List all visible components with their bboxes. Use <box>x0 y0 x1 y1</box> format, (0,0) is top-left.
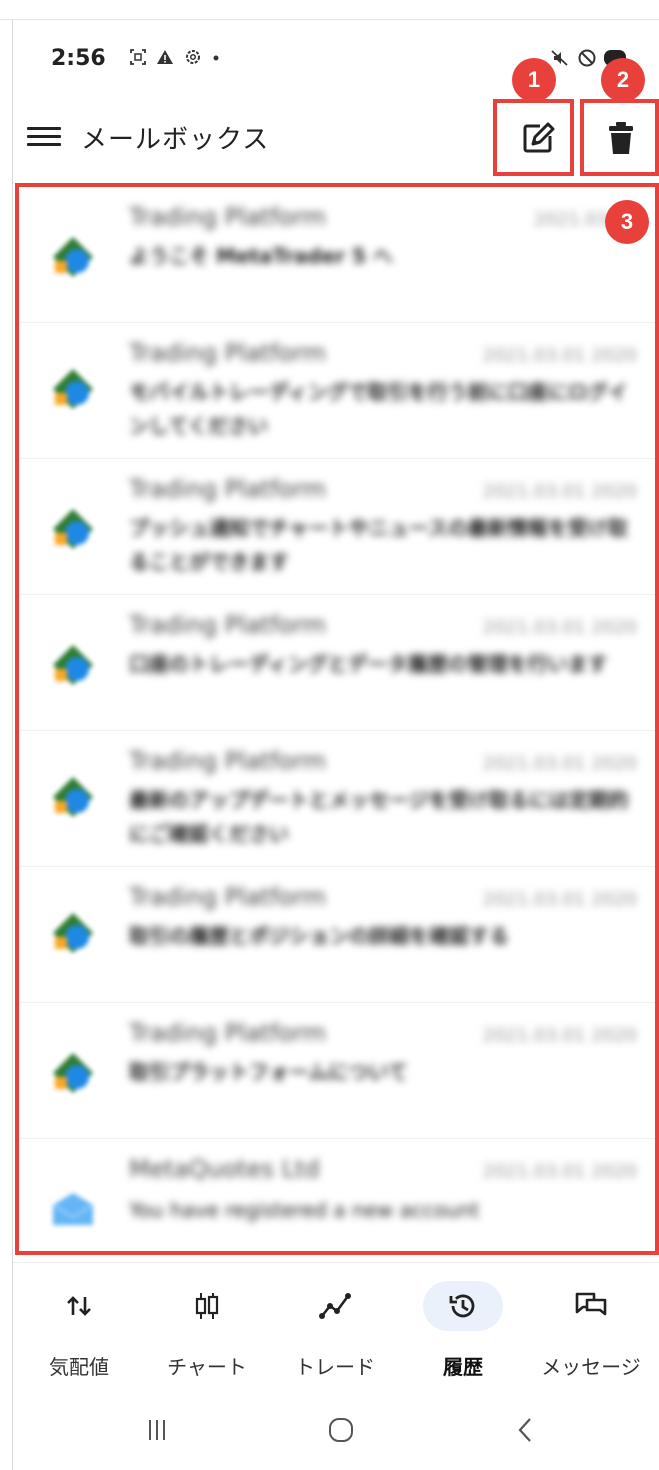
do-not-disturb-icon <box>578 49 596 67</box>
annotation-badge-1: 1 <box>512 58 556 102</box>
mail-date: 2021.03.01 2020 <box>482 753 637 774</box>
mail-subject: 取引の履歴とポジションの詳細を確認する <box>129 924 509 948</box>
mail-sender: Trading Platform <box>129 203 326 231</box>
status-time: 2:56 <box>51 46 106 71</box>
mail-sender: Trading Platform <box>129 1019 326 1047</box>
recent-apps-icon <box>149 1420 165 1440</box>
mail-subject: 最新のアップデートとメッセージを受け取るには定期的にご確認ください <box>129 788 629 846</box>
mail-subject: 取引プラットフォームについて <box>129 1060 408 1084</box>
mail-date: 2021.03.01 2020 <box>482 617 637 638</box>
quotes-arrows-icon <box>67 1296 91 1316</box>
mail-envelope-icon <box>52 1193 94 1225</box>
screenshot-icon <box>130 49 146 65</box>
mail-subject: プッシュ通知でチャートやニュースの最新情報を受け取ることができます <box>129 516 628 574</box>
trade-line-icon <box>319 1293 351 1319</box>
mail-subject: モバイルトレーディングで取引を行う前に口座にログインしてください <box>129 380 628 438</box>
mail-sender: Trading Platform <box>129 611 326 639</box>
app-logo-icon <box>53 645 93 685</box>
bottom-navigation: 気配値 チャート トレード 履歴 メッセージ <box>13 1262 659 1392</box>
status-bar: 2:56 <box>13 20 659 100</box>
mail-date: 2021.03.01 2020 <box>482 345 637 366</box>
mail-list-item[interactable]: MetaQuotes Ltd 2021.03.01 2020 You have … <box>19 1139 655 1251</box>
mail-list-item[interactable]: Trading Platform 2021.03.01 2020 口座のトレーデ… <box>19 595 655 731</box>
screenshot-left-edge <box>12 20 13 1470</box>
annotation-box-delete <box>580 99 659 176</box>
nav-label: 気配値 <box>49 1355 109 1379</box>
back-button[interactable] <box>485 1410 565 1450</box>
home-icon <box>329 1418 353 1442</box>
history-icon <box>449 1294 475 1318</box>
warning-icon <box>157 50 174 64</box>
messages-icon <box>575 1292 607 1316</box>
nav-item-messages[interactable]: メッセージ <box>531 1281 651 1381</box>
mail-list[interactable]: Trading Platform 2021.03.01 ようこそ MetaTra… <box>19 187 655 1251</box>
home-button[interactable] <box>301 1410 381 1450</box>
nav-item-chart[interactable]: チャート <box>147 1281 267 1381</box>
mail-date: 2021.03.01 2020 <box>482 889 637 910</box>
nav-item-quotes[interactable]: 気配値 <box>19 1281 139 1381</box>
recent-apps-button[interactable] <box>117 1410 197 1450</box>
page-title: メールボックス <box>81 125 270 155</box>
mail-sender: Trading Platform <box>129 339 326 367</box>
nav-active-indicator <box>423 1281 503 1331</box>
mail-sender: Trading Platform <box>129 883 326 911</box>
mail-subject: You have registered a new account <box>129 1198 480 1222</box>
dot-icon <box>213 55 219 61</box>
screenshot-top-edge <box>0 0 659 20</box>
app-logo-icon <box>53 777 93 817</box>
nav-label: チャート <box>167 1355 247 1379</box>
mail-date: 2021.03.01 2020 <box>482 481 637 502</box>
mail-subject: 口座のトレーディングとデータ履歴の管理を行います <box>129 652 608 676</box>
mail-sender: Trading Platform <box>129 475 326 503</box>
annotation-badge-3: 3 <box>605 200 649 244</box>
mail-sender: MetaQuotes Ltd <box>129 1155 320 1183</box>
nav-label: トレード <box>295 1355 375 1379</box>
mute-icon <box>551 50 568 66</box>
system-navigation-bar <box>13 1392 659 1470</box>
mail-date: 2021.03.01 2020 <box>482 1025 637 1046</box>
nav-label: メッセージ <box>541 1355 641 1379</box>
settings-icon <box>185 50 200 64</box>
menu-line <box>27 143 61 146</box>
app-logo-icon <box>53 237 93 277</box>
back-icon <box>518 1418 531 1442</box>
mail-sender: Trading Platform <box>129 747 326 775</box>
mail-subject: ようこそ MetaTrader 5 へ <box>129 244 393 268</box>
app-logo-icon <box>53 1053 93 1093</box>
annotation-badge-2: 2 <box>601 58 645 102</box>
phone-screen: 2:56 メールボックス 1 2 Trading Platform 2021.0… <box>0 0 659 1470</box>
menu-line <box>27 135 61 138</box>
hamburger-menu-icon[interactable] <box>27 123 61 151</box>
annotation-box-compose <box>493 99 574 176</box>
candlestick-icon <box>195 1293 219 1319</box>
mail-list-item[interactable]: Trading Platform 2021.03.01 2020 最新のアップデ… <box>19 731 655 867</box>
mail-list-item[interactable]: Trading Platform 2021.03.01 2020 プッシュ通知で… <box>19 459 655 595</box>
nav-item-trade[interactable]: トレード <box>275 1281 395 1381</box>
app-logo-icon <box>53 369 93 409</box>
app-logo-icon <box>53 913 93 953</box>
app-logo-icon <box>53 509 93 549</box>
status-left-icons <box>129 48 221 68</box>
menu-line <box>27 127 61 130</box>
mail-list-item[interactable]: Trading Platform 2021.03.01 ようこそ MetaTra… <box>19 187 655 323</box>
mail-list-item[interactable]: Trading Platform 2021.03.01 2020 モバイルトレー… <box>19 323 655 459</box>
mail-list-item[interactable]: Trading Platform 2021.03.01 2020 取引の履歴とポ… <box>19 867 655 1003</box>
mail-date: 2021.03.01 2020 <box>482 1161 637 1182</box>
mail-list-item[interactable]: Trading Platform 2021.03.01 2020 取引プラットフ… <box>19 1003 655 1139</box>
nav-label: 履歴 <box>443 1355 483 1379</box>
nav-item-history[interactable]: 履歴 <box>403 1281 523 1381</box>
